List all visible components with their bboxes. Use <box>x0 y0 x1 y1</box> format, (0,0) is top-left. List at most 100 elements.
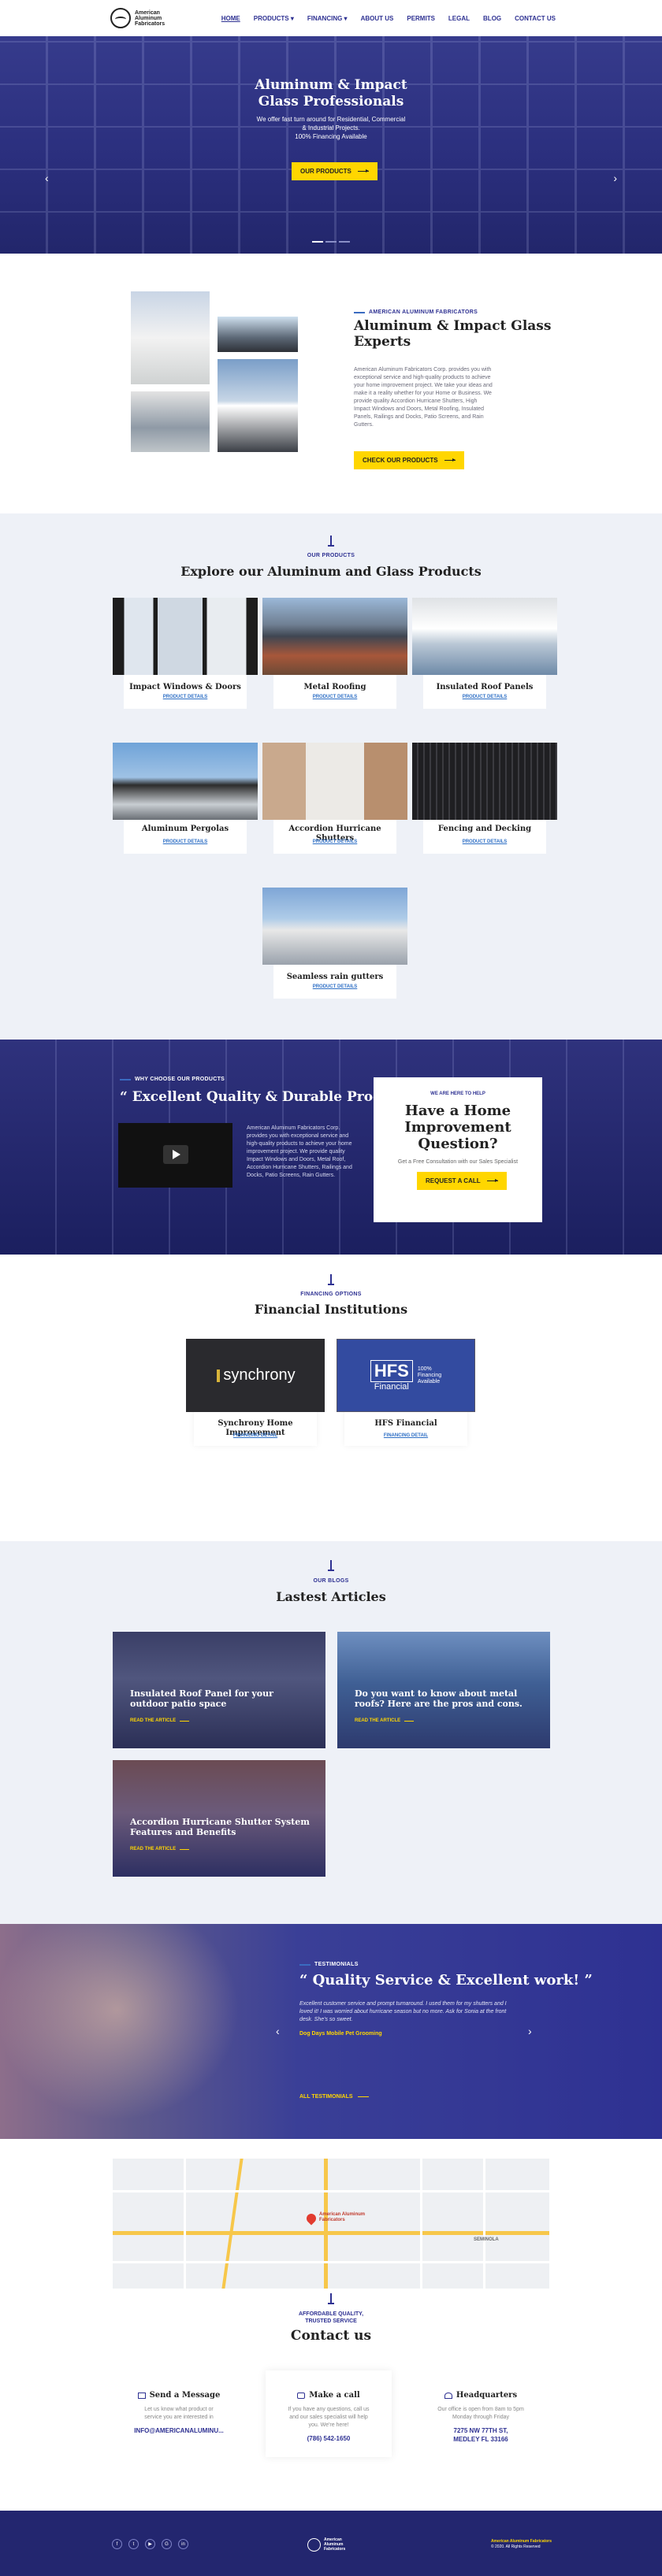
logo-mark-icon <box>110 8 131 28</box>
arrow-right-icon <box>404 1720 415 1722</box>
product-card[interactable]: Seamless rain gutters PRODUCT DETAILS <box>262 888 407 999</box>
google-icon[interactable]: G <box>162 2539 172 2549</box>
product-details-link[interactable]: PRODUCT DETAILS <box>273 695 396 699</box>
nav-financing[interactable]: FINANCING ▾ <box>307 15 348 22</box>
address-link[interactable]: 7275 NW 77TH ST, MEDLEY FL 33166 <box>418 2426 544 2444</box>
hero-next-arrow-icon[interactable]: › <box>613 172 617 184</box>
request-call-button[interactable]: REQUEST A CALL <box>417 1172 507 1190</box>
synchrony-mark-icon <box>215 1369 221 1382</box>
contact-box-title: Make a call <box>309 2391 360 2400</box>
product-details-link[interactable]: PRODUCT DETAILS <box>124 695 247 699</box>
financing-detail-link[interactable]: FINANCING DETAIL <box>344 1433 467 1438</box>
phone-link[interactable]: (786) 542-1650 <box>266 2434 392 2443</box>
youtube-icon[interactable]: ▶ <box>145 2539 155 2549</box>
hfs-logo-text: HFS <box>370 1359 413 1382</box>
nav-contact-us[interactable]: CONTACT US <box>515 15 556 22</box>
nav-about-us[interactable]: ABOUT US <box>361 15 394 22</box>
blog-title: Lastest Articles <box>276 1589 386 1604</box>
about-title: Aluminum & Impact Glass Experts <box>354 318 552 350</box>
footer-logo-text: American Aluminum Fabricators <box>324 2537 346 2552</box>
contact-section: American Aluminum Fabricators SEMINOLA A… <box>0 2139 662 2511</box>
check-products-button[interactable]: CHECK OUR PRODUCTS <box>354 451 464 469</box>
product-card[interactable]: Insulated Roof Panels PRODUCT DETAILS <box>412 598 557 709</box>
product-title: Metal Roofing <box>303 683 366 691</box>
facebook-icon[interactable]: f <box>112 2539 122 2549</box>
blog-section: OUR BLOGS Lastest Articles Insulated Roo… <box>0 1541 662 1924</box>
hero-prev-arrow-icon[interactable]: ‹ <box>45 172 49 184</box>
location-map[interactable]: American Aluminum Fabricators SEMINOLA <box>113 2159 549 2289</box>
nav-legal[interactable]: LEGAL <box>448 15 470 22</box>
about-eyebrow: AMERICAN ALUMINUM FABRICATORS <box>354 309 478 315</box>
request-call-label: REQUEST A CALL <box>426 1177 481 1184</box>
slider-dot[interactable] <box>339 241 350 243</box>
read-article-label: READ THE ARTICLE <box>355 1718 401 1723</box>
product-details-link[interactable]: PRODUCT DETAILS <box>273 840 396 844</box>
testimonial-quote: Excellent customer service and prompt tu… <box>299 2001 507 2022</box>
product-details-link[interactable]: PRODUCT DETAILS <box>423 695 546 699</box>
all-testimonials-link[interactable]: ALL TESTIMONIALS <box>299 2094 369 2100</box>
product-card[interactable]: Metal Roofing PRODUCT DETAILS <box>262 598 407 709</box>
product-card[interactable]: Impact Windows & Doors PRODUCT DETAILS <box>113 598 258 709</box>
slider-dot[interactable] <box>312 241 323 243</box>
testimonials-title: “ Quality Service & Excellent work! ” <box>299 1972 593 1989</box>
post-title: Insulated Roof Panel for your outdoor pa… <box>130 1688 273 1709</box>
product-details-link[interactable]: PRODUCT DETAILS <box>273 984 396 989</box>
blog-post-card[interactable]: Do you want to know about metal roofs? H… <box>337 1632 550 1748</box>
arrow-right-icon <box>357 2096 369 2097</box>
play-icon[interactable] <box>163 1145 188 1164</box>
hero-subtitle: We offer fast turn around for Residentia… <box>256 116 406 140</box>
footer-copyright: American Aluminum Fabricators © 2020. Al… <box>491 2539 552 2550</box>
email-link[interactable]: INFO@AMERICANALUMINU... <box>116 2426 242 2435</box>
financing-card[interactable]: synchrony Synchrony Home Improvement FIN… <box>186 1339 325 1446</box>
our-products-label: OUR PRODUCTS <box>300 168 351 175</box>
testimonial-next-arrow-icon[interactable]: › <box>528 2025 532 2037</box>
nav-blog[interactable]: BLOG <box>483 15 501 22</box>
arrow-right-icon <box>180 1720 190 1722</box>
contact-box-title: Send a Message <box>149 2391 221 2400</box>
blog-post-card[interactable]: Insulated Roof Panel for your outdoor pa… <box>113 1632 325 1748</box>
eyebrow-bar <box>120 1078 131 1080</box>
testimonials-section: TESTIMONIALS “ Quality Service & Excelle… <box>0 1924 662 2139</box>
fencing-photo <box>412 743 557 820</box>
financing-card[interactable]: HFS Financial 100% Financing Available H… <box>337 1339 475 1446</box>
quality-eyebrow: WHY CHOOSE OUR PRODUCTS <box>120 1077 225 1082</box>
insulated-panels-photo <box>412 598 557 675</box>
nav-permits[interactable]: PERMITS <box>407 15 435 22</box>
linkedin-icon[interactable]: in <box>178 2539 188 2549</box>
twitter-icon[interactable]: t <box>128 2539 139 2549</box>
product-title: Impact Windows & Doors <box>129 683 241 691</box>
location-icon <box>444 2392 452 2399</box>
site-logo[interactable]: American Aluminum Fabricators <box>110 8 166 28</box>
product-details-link[interactable]: PRODUCT DETAILS <box>423 840 546 844</box>
rain-gutters-photo <box>262 888 407 965</box>
video-player[interactable] <box>118 1123 232 1188</box>
about-body: American Aluminum Fabricators Corp. prov… <box>354 367 493 428</box>
product-details-link[interactable]: PRODUCT DETAILS <box>124 840 247 844</box>
nav-products[interactable]: PRODUCTS ▾ <box>254 15 294 22</box>
map-pin-icon[interactable] <box>304 2211 318 2226</box>
testimonial-prev-arrow-icon[interactable]: ‹ <box>276 2025 280 2037</box>
nav-home[interactable]: HOME <box>221 15 240 22</box>
slider-dot[interactable] <box>325 241 337 243</box>
contact-box-heading: Send a Message <box>116 2391 242 2400</box>
financing-detail-link[interactable]: FINANCING DETAIL <box>194 1433 317 1438</box>
read-article-link[interactable]: READ THE ARTICLE <box>355 1718 415 1723</box>
terrace-photo <box>131 391 210 452</box>
read-article-link[interactable]: READ THE ARTICLE <box>130 1847 190 1851</box>
contact-box-heading: Make a call <box>266 2391 392 2400</box>
main-nav: HOME PRODUCTS ▾ FINANCING ▾ ABOUT US PER… <box>221 15 556 22</box>
our-products-button[interactable]: OUR PRODUCTS <box>292 162 377 180</box>
product-card[interactable]: Aluminum Pergolas PRODUCT DETAILS <box>113 743 258 854</box>
hero-slider-dots <box>312 241 350 243</box>
footer-logo[interactable]: American Aluminum Fabricators <box>307 2537 348 2552</box>
product-card[interactable]: Fencing and Decking PRODUCT DETAILS <box>412 743 557 854</box>
product-card[interactable]: Accordion Hurricane Shutters PRODUCT DET… <box>262 743 407 854</box>
blog-post-card[interactable]: Accordion Hurricane Shutter System Featu… <box>113 1760 325 1877</box>
blog-eyebrow: OUR BLOGS <box>313 1578 349 1584</box>
check-products-label: CHECK OUR PRODUCTS <box>363 457 438 464</box>
read-article-link[interactable]: READ THE ARTICLE <box>130 1718 190 1723</box>
section-tag-icon <box>326 1274 336 1287</box>
contact-message-box: Send a Message Let us know what product … <box>116 2391 242 2435</box>
eyebrow-bar <box>299 1963 311 1966</box>
contact-eyebrow: AFFORDABLE QUALITY, TRUSTED SERVICE <box>298 2311 364 2324</box>
